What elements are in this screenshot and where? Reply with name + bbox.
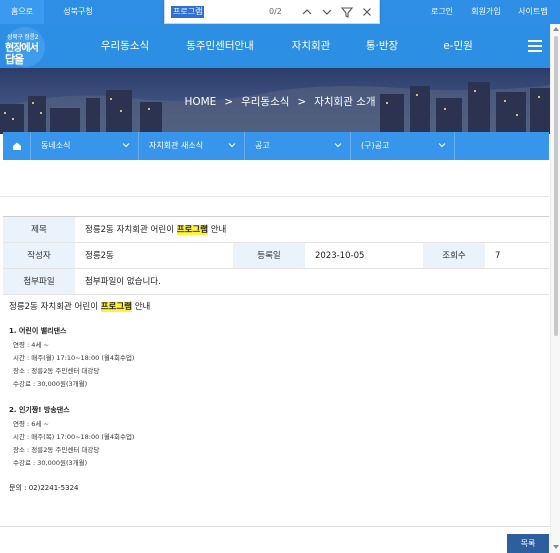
nav-item-autonomy-hall[interactable]: 자치회관 <box>284 24 338 68</box>
date-label: 등록일 <box>233 243 305 268</box>
views-label: 조회수 <box>423 243 485 268</box>
nav-item-center-info[interactable]: 동주민센터안내 <box>178 24 262 68</box>
content-title-text: 정릉2동 자치회관 어린이 <box>9 302 101 312</box>
find-query-text: 프로그램 <box>171 6 205 18</box>
subnav-item-hall-news[interactable]: 자치회관 새소식 <box>139 132 245 160</box>
sitemap-link[interactable]: 사이트맵 <box>510 0 556 24</box>
breadcrumb-home[interactable]: HOME <box>184 96 216 108</box>
nav-item-e-civil[interactable]: e-민원 <box>434 24 482 68</box>
hamburger-menu-icon[interactable] <box>528 40 542 52</box>
subnav-label: 자치회관 새소식 <box>149 141 204 150</box>
section-line: 시간 : 매주(월) 17:10~18:00 (월4회수업) <box>13 354 135 362</box>
banner-image: HOME > 우리동소식 > 자치회관 소개 <box>0 68 560 134</box>
find-match-count: 0/2 <box>269 7 282 16</box>
section-line: 시간 : 매주(목) 17:00~18:00 (월4회수업) <box>13 433 135 441</box>
subnav-item-old-notice[interactable]: (구)공고 <box>351 132 455 160</box>
title-row: 제목 정릉2동 자치회관 어린이 프로그램 안내 <box>3 216 549 243</box>
nav-item-block-leaders[interactable]: 통·반장 <box>356 24 408 68</box>
district-office-link[interactable]: 성북구청 <box>50 0 106 24</box>
attachment-row: 첨부파일 첨부파일이 없습니다. <box>3 269 549 295</box>
breadcrumb-level1[interactable]: 우리동소식 <box>241 96 289 108</box>
title-label: 제목 <box>3 217 75 242</box>
breadcrumb-level2: 자치회관 소개 <box>314 96 376 108</box>
chevron-down-icon <box>228 143 236 148</box>
content-title-text: 안내 <box>132 302 151 312</box>
section-heading: 1. 어린이 밸리댄스 <box>9 327 67 335</box>
home-icon[interactable] <box>3 132 31 160</box>
close-icon[interactable] <box>359 4 375 20</box>
breadcrumb-separator: > <box>224 96 234 108</box>
search-highlight: 프로그램 <box>100 302 132 312</box>
chevron-down-icon <box>438 143 446 148</box>
date-value: 2023-10-05 <box>315 251 365 261</box>
section-line: 연령 : 4세 ~ <box>13 341 49 349</box>
post-title: 정릉2동 자치회관 어린이 프로그램 안내 <box>75 217 549 242</box>
scroll-down-arrow-icon[interactable] <box>552 544 560 550</box>
meta-row: 작성자 정릉2동 등록일 2023-10-05 조회수 7 <box>3 243 549 269</box>
section-line: 장소 : 정릉2동 주민센터 대강당 <box>13 446 100 454</box>
page-scrollbar[interactable] <box>550 24 560 553</box>
post-title-text: 안내 <box>208 225 227 235</box>
chevron-down-icon[interactable] <box>319 4 335 20</box>
content-title: 정릉2동 자치회관 어린이 프로그램 안내 <box>9 300 150 312</box>
filter-icon[interactable] <box>339 4 355 20</box>
attachment-label: 첨부파일 <box>3 269 75 294</box>
site-logo[interactable]: 성북구 정릉2 현장에서 답을 <box>3 26 47 68</box>
section-line: 수강료 : 30,000원(3개월) <box>13 380 88 388</box>
author-value: 정릉2동 <box>85 251 114 261</box>
author-label: 작성자 <box>3 243 75 268</box>
breadcrumb-separator: > <box>297 96 307 108</box>
login-link[interactable]: 로그인 <box>424 0 460 24</box>
sub-navigation: 동네소식 자치회관 새소식 공고 (구)공고 <box>3 132 549 160</box>
signup-link[interactable]: 회원가입 <box>464 0 508 24</box>
chevron-down-icon <box>334 143 342 148</box>
scrollbar-thumb[interactable] <box>554 36 558 336</box>
contact-info: 문의 : 02)2241-5324 <box>9 484 79 492</box>
scroll-up-arrow-icon[interactable] <box>552 26 560 32</box>
find-in-page-bar: 프로그램 0/2 <box>164 0 380 24</box>
home-link[interactable]: 홈으로 <box>0 0 44 24</box>
logo-text-line2: 답을 <box>5 53 24 66</box>
divider <box>0 526 550 527</box>
section-line: 장소 : 정릉2동 주민센터 대강당 <box>13 367 100 375</box>
subnav-label: (구)공고 <box>361 141 390 150</box>
nav-item-news[interactable]: 우리동소식 <box>86 24 164 68</box>
search-highlight: 프로그램 <box>176 225 208 235</box>
divider <box>0 196 553 197</box>
subnav-label: 공고 <box>255 141 270 150</box>
section-line: 수강료 : 30,000원(3개월) <box>13 459 88 467</box>
breadcrumb: HOME > 우리동소식 > 자치회관 소개 <box>0 94 560 109</box>
section-heading: 2. 인기짱! 방송댄스 <box>9 406 70 414</box>
post-title-text: 정릉2동 자치회관 어린이 <box>85 225 177 235</box>
attachment-value: 첨부파일이 없습니다. <box>85 277 161 287</box>
subnav-item-notice[interactable]: 공고 <box>245 132 351 160</box>
subnav-item-local-news[interactable]: 동네소식 <box>31 132 139 160</box>
list-button[interactable]: 목록 <box>507 534 549 553</box>
section-line: 연령 : 6세 ~ <box>13 420 49 428</box>
subnav-label: 동네소식 <box>41 141 71 150</box>
views-value: 7 <box>495 251 501 261</box>
chevron-down-icon <box>122 143 130 148</box>
chevron-up-icon[interactable] <box>299 4 315 20</box>
